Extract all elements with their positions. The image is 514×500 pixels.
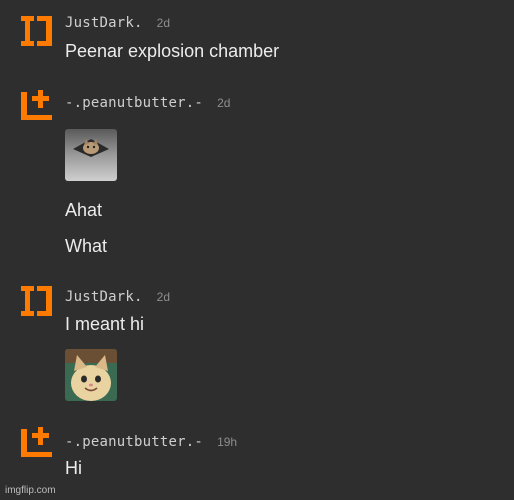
message-text: Peenar explosion chamber — [65, 41, 280, 61]
username[interactable]: -.peanutbutter.- 19h — [65, 434, 237, 450]
avatar-justdark-icon[interactable] — [20, 284, 54, 318]
avatar-peanutbutter-icon[interactable] — [20, 88, 54, 122]
timestamp: 2d — [156, 290, 171, 304]
username[interactable]: JustDark. 2d — [65, 15, 170, 31]
username[interactable]: JustDark. 2d — [65, 289, 170, 305]
message-text: I meant hi — [65, 314, 145, 334]
timestamp: 19h — [217, 435, 238, 449]
timestamp: 2d — [217, 96, 231, 110]
avatar-justdark-icon[interactable] — [20, 14, 54, 48]
avatar-peanutbutter-icon[interactable] — [20, 425, 54, 459]
smiling-cat-image[interactable] — [65, 349, 117, 401]
username[interactable]: -.peanutbutter.- 2d — [65, 95, 230, 111]
message-text: Ahat — [65, 200, 103, 220]
imgflip-watermark: imgflip.com — [5, 485, 56, 496]
timestamp: 2d — [156, 16, 171, 30]
ceiling-cat-image[interactable] — [65, 129, 117, 181]
message-text: Hi — [65, 458, 82, 478]
message-text: What — [65, 236, 108, 256]
